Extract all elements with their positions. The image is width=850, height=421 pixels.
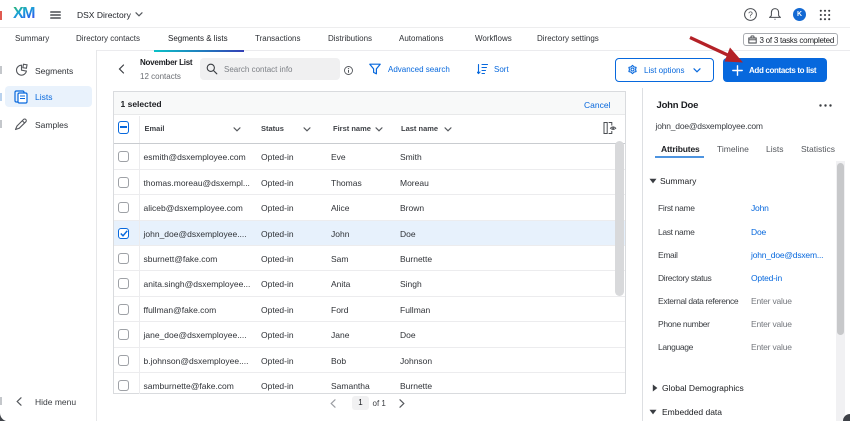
svg-text:?: ? (748, 9, 753, 19)
